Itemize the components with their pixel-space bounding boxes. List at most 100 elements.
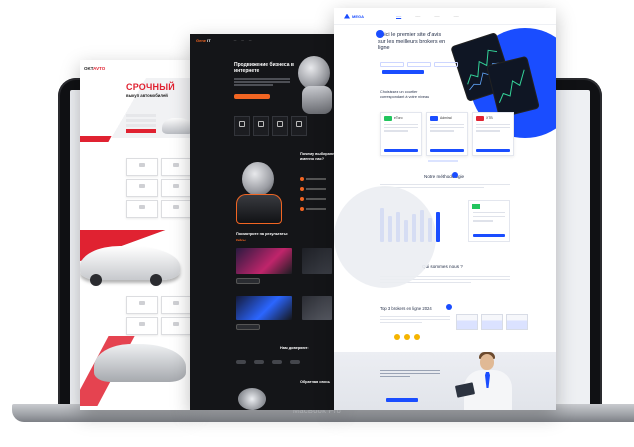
agency-site-screenshot: Gene IT — — — Продвижение бизнеса в инте… xyxy=(190,34,338,410)
broker-card-button[interactable] xyxy=(384,148,418,152)
broker-card-name: eToro xyxy=(394,116,403,120)
broker-logo: MEGA xyxy=(344,13,364,19)
feature-card xyxy=(126,296,158,314)
client-logo xyxy=(290,360,300,364)
client-logo xyxy=(272,360,282,364)
why-us-heading: Почему выбирают именно нас? xyxy=(300,152,335,161)
nav-link[interactable]: — xyxy=(234,39,237,42)
case-more-button[interactable] xyxy=(236,324,260,330)
method-heading: Notre méthodologie xyxy=(424,174,465,179)
service-tile[interactable] xyxy=(253,116,269,136)
service-tile[interactable] xyxy=(291,116,307,136)
form-field[interactable] xyxy=(126,124,156,127)
choose-heading: Choisissez un courtier correspondant à v… xyxy=(380,90,430,99)
client-logo xyxy=(254,360,264,364)
car-hero-subtitle: выкуп автомобилей xyxy=(126,93,168,98)
broker-screenshots xyxy=(456,314,528,330)
broker-screenshot[interactable] xyxy=(506,314,528,330)
broker-card[interactable]: XTB xyxy=(472,112,514,156)
service-card[interactable] xyxy=(160,200,192,218)
agency-services xyxy=(234,116,307,136)
top-brokers-heading: Top 3 brokers en ligne 2024 xyxy=(380,306,432,311)
nav-link[interactable]: — xyxy=(249,39,252,42)
broker-card[interactable]: eToro xyxy=(380,112,422,156)
service-card[interactable] xyxy=(160,158,192,176)
feature-card xyxy=(160,296,192,314)
car-site-screenshot: OKTAVTO СРОЧНЫЙ выкуп автомобилей xyxy=(80,60,192,410)
form-field[interactable] xyxy=(126,119,156,122)
nav-link[interactable]: — xyxy=(241,39,244,42)
footer-cta-button[interactable] xyxy=(386,398,418,402)
case-thumbnail[interactable] xyxy=(302,296,332,320)
agency-hero-text xyxy=(234,78,290,87)
robot-image xyxy=(298,56,330,90)
service-tile[interactable] xyxy=(272,116,288,136)
decor-dot xyxy=(446,304,452,310)
award-icon xyxy=(404,334,410,340)
service-card[interactable] xyxy=(126,200,158,218)
why-us-item xyxy=(300,200,330,218)
person-head xyxy=(480,354,494,370)
damaged-car-image xyxy=(94,344,186,382)
method-side-card[interactable] xyxy=(468,200,510,242)
nav-link[interactable]: —— xyxy=(415,15,420,18)
client-logo xyxy=(236,360,246,364)
broker-level-tabs xyxy=(380,62,458,67)
logo-triangle-icon xyxy=(344,13,350,19)
case-thumbnail[interactable] xyxy=(236,248,292,274)
nav-link[interactable]: —— xyxy=(454,15,459,18)
robot-torso xyxy=(236,194,282,224)
service-tile[interactable] xyxy=(234,116,250,136)
broker-card-button[interactable] xyxy=(430,148,464,152)
level-tab[interactable] xyxy=(407,62,431,67)
case-thumbnail[interactable] xyxy=(236,296,292,320)
agency-logo: Gene IT xyxy=(196,37,211,43)
robot-head-image xyxy=(242,162,274,196)
red-decor-stripe xyxy=(80,136,112,142)
feedback-heading: Обратная связь xyxy=(300,380,331,384)
agency-hero-title: Продвижение бизнеса в интернете xyxy=(234,62,294,74)
car-services-grid xyxy=(126,158,192,218)
form-field[interactable] xyxy=(126,114,156,117)
method-card-button[interactable] xyxy=(473,233,505,237)
client-logos xyxy=(236,360,300,364)
footer-cta-text xyxy=(380,370,440,379)
award-icon xyxy=(414,334,420,340)
car-site-logo: OKTAVTO xyxy=(84,65,106,71)
case-more-button[interactable] xyxy=(236,278,260,284)
decor-blue-dot xyxy=(376,30,384,38)
agency-cta-button[interactable] xyxy=(234,94,270,99)
car-hero-form xyxy=(126,114,156,135)
broker-card-button[interactable] xyxy=(476,148,510,152)
carousel-dots[interactable] xyxy=(428,160,458,162)
level-tab[interactable] xyxy=(380,62,404,67)
award-badges xyxy=(394,334,420,340)
broker-logo-badge xyxy=(384,116,392,121)
trust-heading: Нам доверяют: xyxy=(280,346,309,350)
service-card[interactable] xyxy=(126,158,158,176)
broker-screenshot[interactable] xyxy=(456,314,478,330)
case-thumbnail[interactable] xyxy=(302,248,332,274)
broker-card[interactable]: Admiral xyxy=(426,112,468,156)
decor-gray-circle xyxy=(334,186,436,288)
feature-card xyxy=(126,317,158,335)
feature-card xyxy=(160,317,192,335)
car-wheel xyxy=(150,274,162,286)
broker-screenshot[interactable] xyxy=(481,314,503,330)
service-card[interactable] xyxy=(160,179,192,197)
broker-hero-cta[interactable] xyxy=(382,70,424,74)
nav-link[interactable]: —— xyxy=(396,15,401,18)
broker-card-name: Admiral xyxy=(440,116,452,120)
results-heading: Посмотрите на результаты: xyxy=(236,232,289,236)
car-features-grid xyxy=(126,296,192,335)
level-tab[interactable] xyxy=(434,62,458,67)
award-icon xyxy=(394,334,400,340)
decor-dot xyxy=(452,172,458,178)
form-submit-button[interactable] xyxy=(126,129,156,133)
top-brokers-text xyxy=(380,316,450,325)
service-card[interactable] xyxy=(126,179,158,197)
agency-nav: Gene IT — — — xyxy=(190,34,338,46)
nav-link[interactable]: —— xyxy=(434,15,439,18)
car-hero-title: СРОЧНЫЙ xyxy=(126,82,175,92)
results-accent: Кейсы xyxy=(236,238,246,242)
